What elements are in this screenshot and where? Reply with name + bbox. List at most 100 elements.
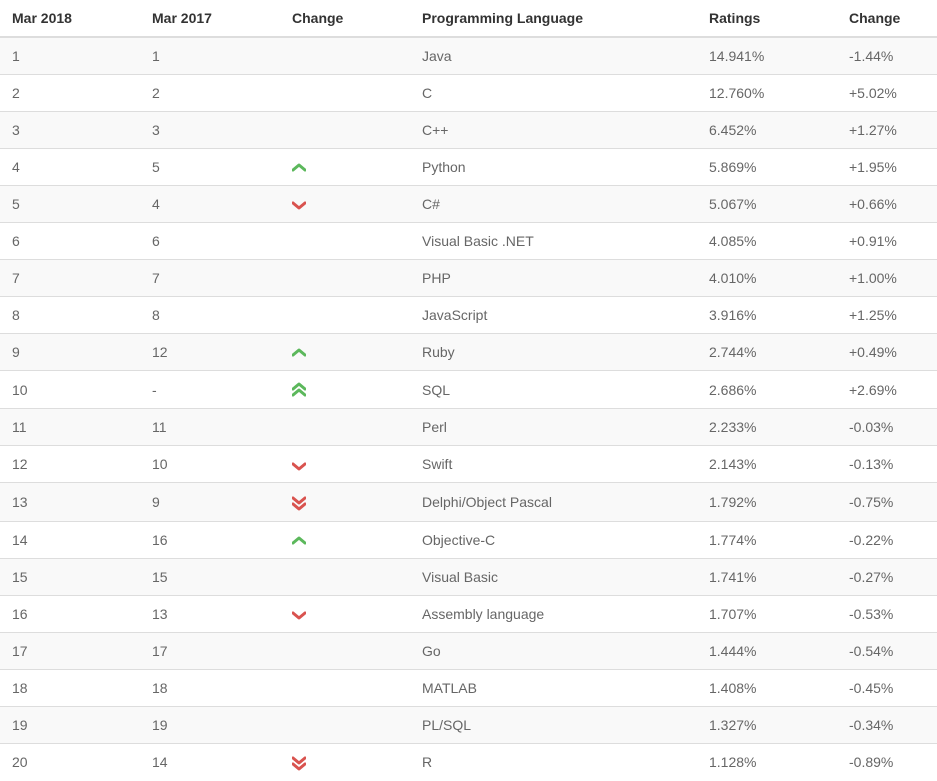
cell-rank-2018: 8 — [0, 297, 140, 334]
cell-rank-2018: 9 — [0, 334, 140, 371]
table-row: 10-SQL2.686%+2.69% — [0, 371, 937, 409]
header-ratings: Ratings — [697, 0, 837, 37]
cell-rank-2017: 9 — [140, 483, 280, 521]
cell-change-pct: -1.44% — [837, 37, 937, 75]
cell-change-arrow — [280, 223, 410, 260]
cell-language: Go — [410, 632, 697, 669]
cell-change-pct: +0.49% — [837, 334, 937, 371]
table-row: 1111Perl2.233%-0.03% — [0, 409, 937, 446]
cell-change-arrow — [280, 706, 410, 743]
cell-change-arrow — [280, 595, 410, 632]
cell-ratings: 5.869% — [697, 149, 837, 186]
cell-rank-2018: 18 — [0, 669, 140, 706]
cell-rank-2017: 2 — [140, 75, 280, 112]
cell-language: Visual Basic — [410, 558, 697, 595]
table-row: 1818 MATLAB1.408%-0.45% — [0, 669, 937, 706]
cell-language: JavaScript — [410, 297, 697, 334]
cell-change-arrow — [280, 558, 410, 595]
chevron-up-icon — [292, 348, 306, 358]
cell-rank-2017: - — [140, 371, 280, 409]
cell-change-pct: -0.45% — [837, 669, 937, 706]
cell-language: C# — [410, 186, 697, 223]
cell-language: MATLAB — [410, 669, 697, 706]
cell-language: Perl — [410, 409, 697, 446]
cell-rank-2018: 13 — [0, 483, 140, 521]
cell-change-arrow — [280, 75, 410, 112]
table-row: 1717Go1.444%-0.54% — [0, 632, 937, 669]
cell-change-arrow — [280, 149, 410, 186]
cell-change-arrow — [280, 37, 410, 75]
chevron-down-icon — [292, 610, 306, 620]
table-row: 1416 Objective-C1.774%-0.22% — [0, 521, 937, 558]
table-row: 1515 Visual Basic1.741%-0.27% — [0, 558, 937, 595]
cell-rank-2018: 2 — [0, 75, 140, 112]
cell-change-arrow — [280, 521, 410, 558]
double-chevron-down-icon — [292, 495, 306, 511]
cell-rank-2017: 5 — [140, 149, 280, 186]
cell-change-arrow — [280, 371, 410, 409]
cell-rank-2018: 17 — [0, 632, 140, 669]
cell-rank-2017: 12 — [140, 334, 280, 371]
cell-ratings: 14.941% — [697, 37, 837, 75]
header-language: Programming Language — [410, 0, 697, 37]
cell-rank-2018: 11 — [0, 409, 140, 446]
cell-ratings: 1.408% — [697, 669, 837, 706]
table-row: 22C12.760%+5.02% — [0, 75, 937, 112]
cell-ratings: 2.744% — [697, 334, 837, 371]
cell-language: Visual Basic .NET — [410, 223, 697, 260]
cell-change-pct: -0.54% — [837, 632, 937, 669]
chevron-up-icon — [292, 536, 306, 546]
cell-rank-2018: 14 — [0, 521, 140, 558]
cell-rank-2017: 16 — [140, 521, 280, 558]
table-row: 1210Swift2.143%-0.13% — [0, 446, 937, 483]
cell-rank-2018: 5 — [0, 186, 140, 223]
double-chevron-down-icon — [292, 755, 306, 771]
table-row: 11 Java14.941%-1.44% — [0, 37, 937, 75]
cell-ratings: 3.916% — [697, 297, 837, 334]
cell-change-arrow — [280, 446, 410, 483]
table-header-row: Mar 2018 Mar 2017 Change Programming Lan… — [0, 0, 937, 37]
cell-language: C — [410, 75, 697, 112]
cell-ratings: 1.444% — [697, 632, 837, 669]
cell-rank-2018: 6 — [0, 223, 140, 260]
cell-language: SQL — [410, 371, 697, 409]
cell-change-pct: -0.22% — [837, 521, 937, 558]
cell-change-pct: -0.27% — [837, 558, 937, 595]
cell-change-pct: +1.25% — [837, 297, 937, 334]
cell-change-pct: +2.69% — [837, 371, 937, 409]
table-row: 1613Assembly language1.707%-0.53% — [0, 595, 937, 632]
table-row: 77PHP4.010%+1.00% — [0, 260, 937, 297]
cell-change-arrow — [280, 260, 410, 297]
cell-rank-2018: 3 — [0, 112, 140, 149]
cell-rank-2018: 15 — [0, 558, 140, 595]
cell-rank-2017: 15 — [140, 558, 280, 595]
table-row: 88JavaScript3.916%+1.25% — [0, 297, 937, 334]
cell-rank-2017: 19 — [140, 706, 280, 743]
header-rank-2017: Mar 2017 — [140, 0, 280, 37]
cell-language: Objective-C — [410, 521, 697, 558]
cell-rank-2017: 13 — [140, 595, 280, 632]
cell-ratings: 2.143% — [697, 446, 837, 483]
cell-language: Java — [410, 37, 697, 75]
cell-rank-2017: 1 — [140, 37, 280, 75]
cell-rank-2018: 1 — [0, 37, 140, 75]
cell-rank-2018: 10 — [0, 371, 140, 409]
cell-change-pct: -0.03% — [837, 409, 937, 446]
table-row: 1919PL/SQL1.327%-0.34% — [0, 706, 937, 743]
cell-ratings: 1.707% — [697, 595, 837, 632]
table-row: 66Visual Basic .NET4.085%+0.91% — [0, 223, 937, 260]
cell-ratings: 1.741% — [697, 558, 837, 595]
header-change-icon: Change — [280, 0, 410, 37]
table-row: 912Ruby2.744%+0.49% — [0, 334, 937, 371]
cell-rank-2018: 12 — [0, 446, 140, 483]
cell-rank-2018: 19 — [0, 706, 140, 743]
cell-rank-2017: 4 — [140, 186, 280, 223]
cell-language: PL/SQL — [410, 706, 697, 743]
cell-change-arrow — [280, 632, 410, 669]
cell-rank-2017: 18 — [140, 669, 280, 706]
cell-ratings: 4.085% — [697, 223, 837, 260]
cell-change-pct: -0.53% — [837, 595, 937, 632]
cell-change-arrow — [280, 186, 410, 223]
cell-change-pct: -0.13% — [837, 446, 937, 483]
cell-ratings: 1.774% — [697, 521, 837, 558]
